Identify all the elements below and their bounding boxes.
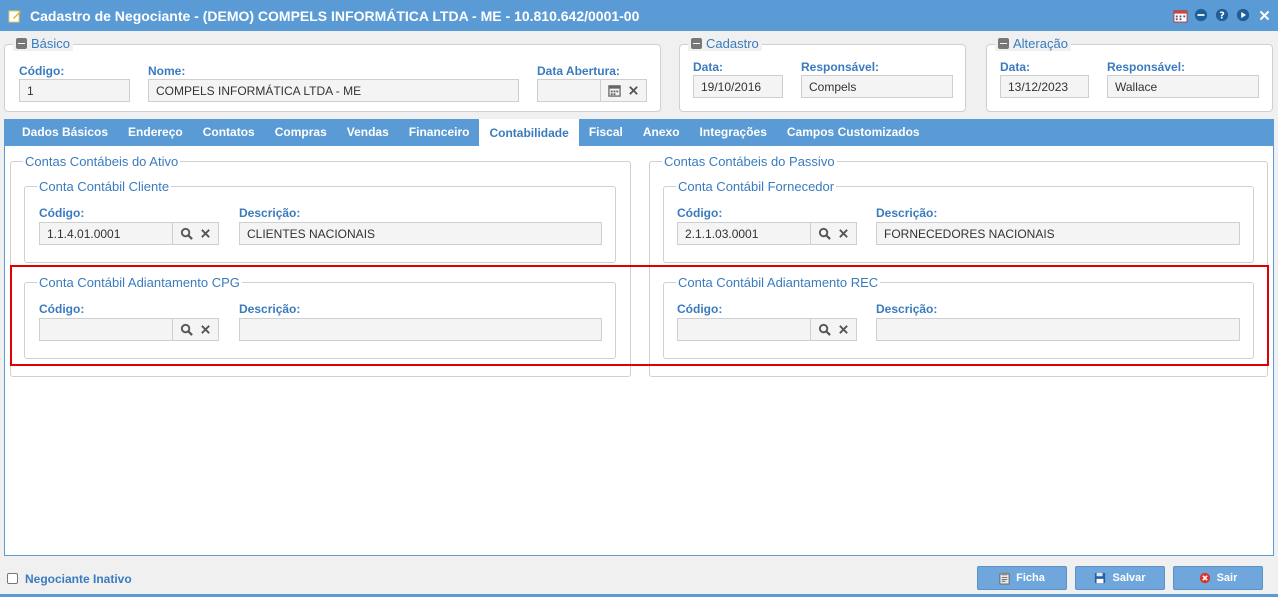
cadastro-data-field: 19/10/2016 [693,75,783,98]
svg-text:?: ? [1219,11,1225,22]
close-icon[interactable] [1256,7,1272,23]
cliente-codigo-buttons [173,222,219,245]
fornecedor-descricao-label: Descrição: [876,206,938,220]
clear-icon[interactable] [200,228,211,239]
highlight-box [10,265,1269,366]
help-icon[interactable]: ? [1214,7,1230,23]
minimize-icon[interactable] [1193,7,1209,23]
passivo-legend: Contas Contábeis do Passivo [662,154,837,169]
alteracao-responsavel-label: Responsável: [1107,60,1186,74]
nome-label: Nome: [148,64,186,78]
play-icon[interactable] [1235,7,1251,23]
tab-compras[interactable]: Compras [265,119,337,146]
fornecedor-codigo-field[interactable]: 2.1.1.03.0001 [677,222,811,245]
salvar-button[interactable]: Salvar [1075,566,1165,590]
nome-field[interactable]: COMPELS INFORMÁTICA LTDA - ME [148,79,519,102]
clipboard-icon [999,572,1010,584]
fornecedor-legend: Conta Contábil Fornecedor [676,179,837,194]
codigo-field[interactable]: 1 [19,79,130,102]
cliente-descricao-field: CLIENTES NACIONAIS [239,222,602,245]
collapse-icon[interactable] [16,38,27,49]
cadastro-legend[interactable]: Cadastro [688,36,762,51]
cadastro-data-label: Data: [693,60,724,74]
cliente-codigo-label: Código: [39,206,85,220]
tab-bar: Dados Básicos Endereço Contatos Compras … [4,119,1274,146]
negociante-inativo-checkbox[interactable] [7,573,18,584]
tab-dados-basicos[interactable]: Dados Básicos [12,119,118,146]
alteracao-data-field: 13/12/2023 [1000,75,1089,98]
fornecedor-descricao-field: FORNECEDORES NACIONAIS [876,222,1240,245]
collapse-icon[interactable] [998,38,1009,49]
tab-contatos[interactable]: Contatos [193,119,265,146]
tab-contabilidade[interactable]: Contabilidade [479,119,579,146]
tab-campos-customizados[interactable]: Campos Customizados [777,119,930,146]
edit-document-icon [8,10,21,22]
calendar-picker-icon[interactable] [608,84,621,97]
data-abertura-buttons [601,79,647,102]
collapse-icon[interactable] [691,38,702,49]
basico-legend[interactable]: Básico [13,36,74,51]
window-title: Cadastro de Negociante - (DEMO) COMPELS … [30,7,640,24]
ficha-button[interactable]: Ficha [977,566,1067,590]
cliente-descricao-label: Descrição: [239,206,301,220]
search-icon[interactable] [818,227,832,240]
tab-fiscal[interactable]: Fiscal [579,119,633,146]
alteracao-data-label: Data: [1000,60,1031,74]
sair-button[interactable]: Sair [1173,566,1263,590]
tab-endereco[interactable]: Endereço [118,119,193,146]
tab-integracoes[interactable]: Integrações [690,119,777,146]
title-buttons: ? [1172,7,1272,23]
tab-vendas[interactable]: Vendas [337,119,399,146]
cliente-codigo-field[interactable]: 1.1.4.01.0001 [39,222,173,245]
fornecedor-codigo-buttons [811,222,857,245]
negociante-inativo-label[interactable]: Negociante Inativo [25,572,132,586]
footer-bar: Negociante Inativo Ficha Salvar Sair [0,560,1278,597]
clear-icon[interactable] [628,85,639,96]
clear-icon[interactable] [838,228,849,239]
codigo-label: Código: [19,64,65,78]
search-icon[interactable] [180,227,194,240]
data-abertura-field[interactable] [537,79,601,102]
alteracao-responsavel-field: Wallace [1107,75,1259,98]
tab-financeiro[interactable]: Financeiro [399,119,480,146]
calendar-icon[interactable] [1172,7,1188,23]
exit-icon [1199,572,1210,584]
cliente-legend: Conta Contábil Cliente [37,179,172,194]
fornecedor-codigo-label: Código: [677,206,723,220]
save-icon [1095,572,1106,584]
cadastro-responsavel-label: Responsável: [801,60,880,74]
tab-anexo[interactable]: Anexo [633,119,690,146]
title-bar: Cadastro de Negociante - (DEMO) COMPELS … [0,0,1278,31]
data-abertura-label: Data Abertura: [537,64,620,78]
app-window: Cadastro de Negociante - (DEMO) COMPELS … [0,0,1278,597]
alteracao-legend[interactable]: Alteração [995,36,1071,51]
ativo-legend: Contas Contábeis do Ativo [23,154,181,169]
cadastro-responsavel-field: Compels [801,75,953,98]
